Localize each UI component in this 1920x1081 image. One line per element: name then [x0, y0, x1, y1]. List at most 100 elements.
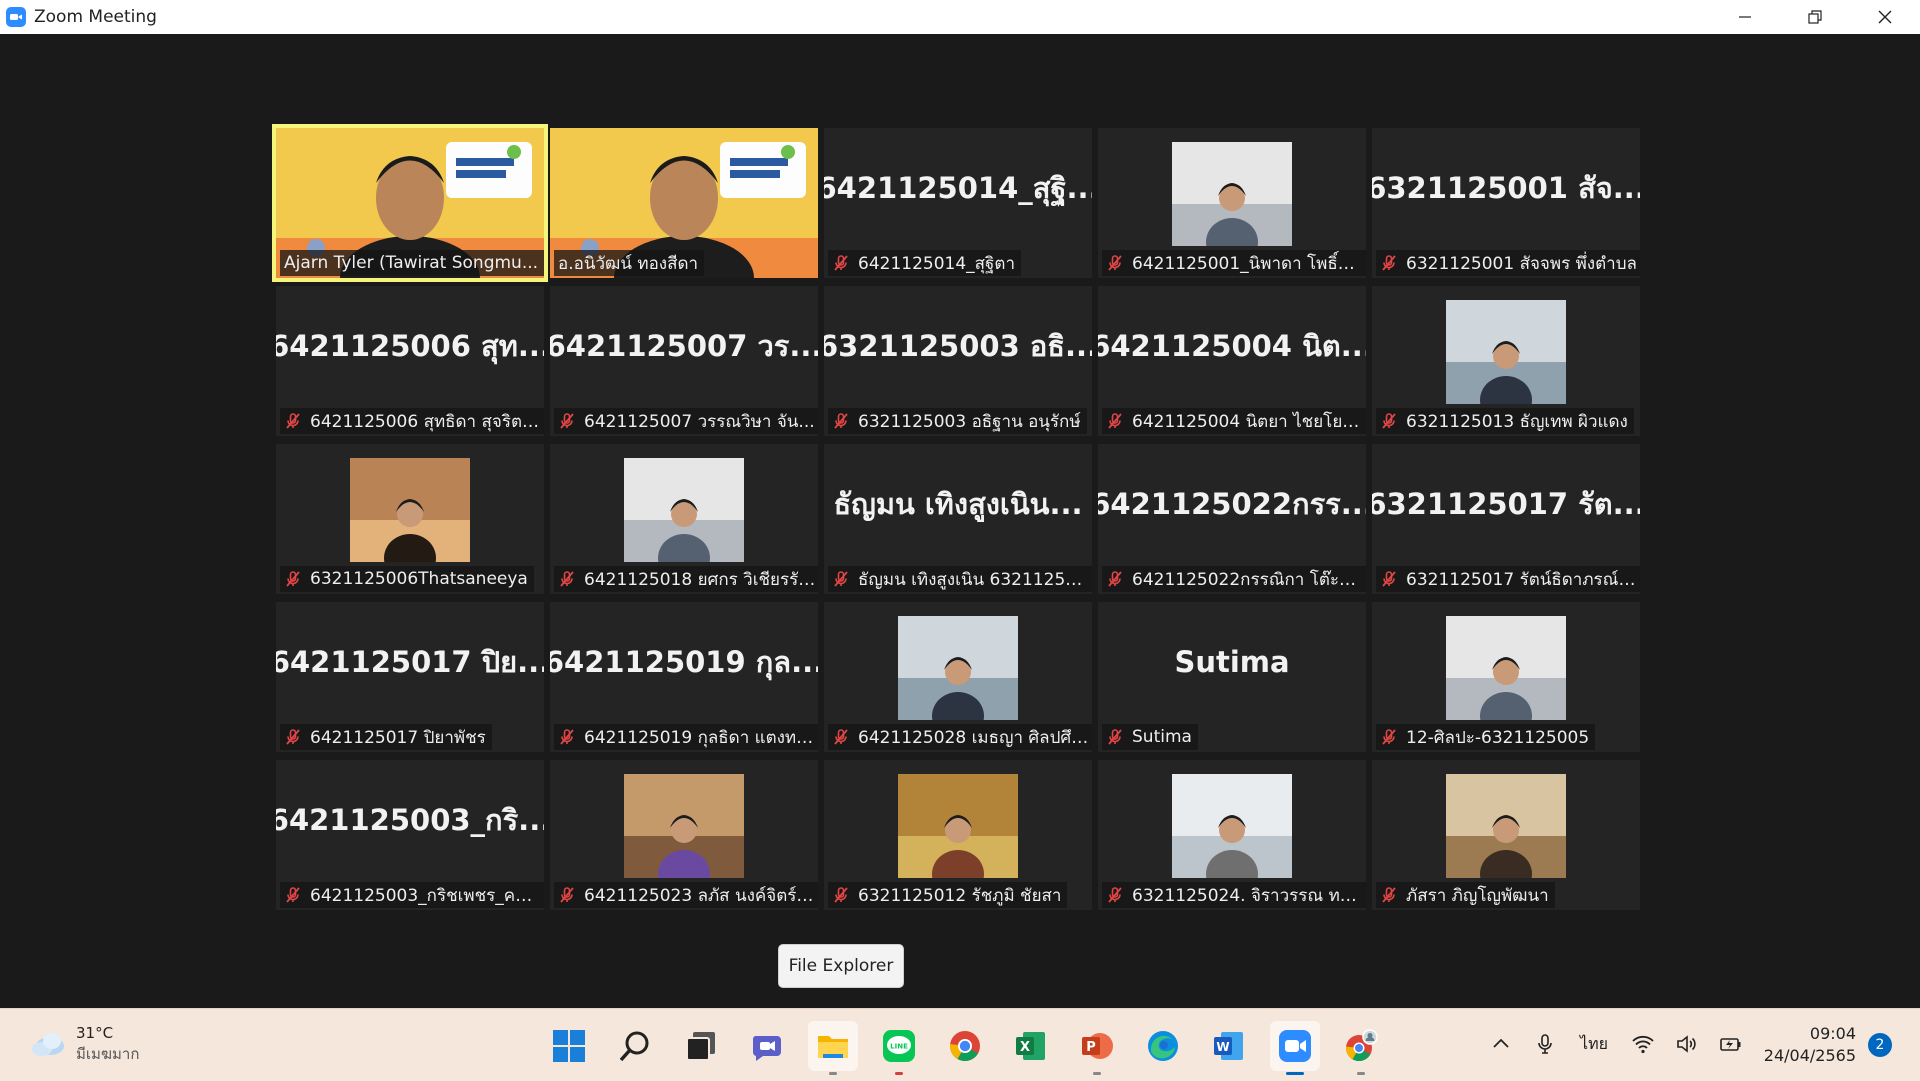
zoom-taskbar-button[interactable] — [1270, 1021, 1320, 1075]
show-hidden-icons-button[interactable] — [1486, 1029, 1516, 1059]
minimize-button[interactable] — [1710, 0, 1780, 34]
participant-name-label: 6421125004 นิตยา ไชยโย ศี... — [1102, 408, 1366, 434]
excel-button[interactable]: X — [1006, 1021, 1056, 1071]
chevron-up-icon — [1493, 1038, 1509, 1048]
participant-name-display: 6321125001 สัจ... — [1372, 171, 1640, 205]
participant-name-label: 6321125013 ธัญเทพ ผิวแดง — [1376, 408, 1634, 434]
participant-tile[interactable]: 6321125024. จิราวรรณ ทอง... — [1098, 760, 1366, 910]
participant-name-label: 6421125003_กริชเพชร_คช... — [280, 882, 544, 908]
muted-mic-icon — [286, 413, 300, 429]
volume-button[interactable] — [1672, 1029, 1702, 1059]
weather-widget[interactable]: 31°C มีเมฆมาก — [28, 1023, 139, 1065]
powerpoint-button[interactable]: P — [1072, 1021, 1122, 1075]
excel-icon: X — [1016, 1032, 1045, 1060]
system-clock[interactable]: 09:04 24/04/2565 — [1760, 1023, 1856, 1067]
file-explorer-button[interactable] — [808, 1021, 858, 1075]
participant-profile-photo — [1172, 774, 1292, 898]
restore-button[interactable] — [1780, 0, 1850, 34]
participant-tile[interactable]: 6421125004 นิต... 6421125004 นิตยา ไชยโย … — [1098, 286, 1366, 436]
microphone-button[interactable] — [1530, 1029, 1560, 1059]
participant-tile[interactable]: 6421125006 สุท... 6421125006 สุทธิดา สุจร… — [276, 286, 544, 436]
restore-icon — [1808, 10, 1822, 24]
participant-profile-photo — [1446, 300, 1566, 424]
line-icon: LINE — [883, 1030, 915, 1062]
participant-name-label: ภัสรา ภิญโญพัฒนา — [1376, 882, 1555, 908]
task-view-icon — [686, 1032, 715, 1061]
participant-name: ธัญมน เทิงสูงเนิน 6321125022 — [858, 569, 1090, 590]
search-button[interactable] — [610, 1021, 660, 1071]
muted-mic-icon — [286, 887, 300, 903]
participant-tile[interactable]: 6321125012 รัชภูมิ ชัยสา — [824, 760, 1092, 910]
participant-tile[interactable]: 6321125013 ธัญเทพ ผิวแดง — [1372, 286, 1640, 436]
participant-tile[interactable]: 6421125023 ลภัส นงค์จิตร์ ศ... — [550, 760, 818, 910]
participant-tile[interactable]: 6321125001 สัจ... 6321125001 สัจจพร พึ่งต… — [1372, 128, 1640, 278]
participant-tile[interactable]: 6421125022กรร... 6421125022กรรณิกา โต๊ะห.… — [1098, 444, 1366, 594]
participant-name: 6421125017 ปิยาพัชร — [310, 727, 486, 748]
powerpoint-icon: P — [1082, 1033, 1113, 1059]
participant-name-label: 6421125007 วรรณวิษา จัน... — [554, 408, 818, 434]
participant-name-label: 6421125017 ปิยาพัชร — [280, 724, 492, 750]
participant-tile[interactable]: 6421125018 ยศกร วิเชียรรัตน์ — [550, 444, 818, 594]
line-button[interactable]: LINE — [874, 1021, 924, 1075]
participant-tile[interactable]: 6421125007 วร... 6421125007 วรรณวิษา จัน.… — [550, 286, 818, 436]
participant-name: 6321125012 รัชภูมิ ชัยสา — [858, 885, 1062, 906]
participant-name-label: 6421125019 กุลธิดา แตงทรั... — [554, 724, 818, 750]
windows-start-icon — [553, 1030, 585, 1062]
muted-mic-icon — [1108, 729, 1122, 745]
cloud-icon — [32, 1033, 64, 1056]
participant-tile[interactable]: 6421125003_กริ... 6421125003_กริชเพชร_คช.… — [276, 760, 544, 910]
participant-name-label: 6421125023 ลภัส นงค์จิตร์ ศ... — [554, 882, 818, 908]
participant-name-label: อ.อนิวัฒน์ ทองสีดา — [554, 250, 705, 276]
participant-name-display: 6421125017 ปิย... — [276, 645, 544, 679]
chrome-profile-button[interactable] — [1336, 1021, 1386, 1075]
muted-mic-icon — [560, 571, 574, 587]
participant-tile[interactable]: ธัญมน เทิงสูงเนิน... ธัญมน เทิงสูงเนิน 63… — [824, 444, 1092, 594]
teams-chat-button[interactable] — [742, 1021, 792, 1071]
participant-tile[interactable]: 6421125014_สุฐิ... 6421125014_สุฐิตา — [824, 128, 1092, 278]
chrome-icon — [949, 1031, 980, 1062]
participant-name: 6421125006 สุทธิดา สุจริต ... — [310, 411, 542, 432]
participant-name-label: ธัญมน เทิงสูงเนิน 6321125022 — [828, 566, 1092, 592]
participant-tile[interactable]: 12-ศิลปะ-6321125005 — [1372, 602, 1640, 752]
participant-tile[interactable]: 6421125028 เมธญา ศิลปศึก... — [824, 602, 1092, 752]
teams-chat-icon — [752, 1036, 781, 1061]
battery-button[interactable] — [1716, 1029, 1746, 1059]
participant-tile[interactable]: 6321125017 รัต... 6321125017 รัตน์ธิดาภรณ… — [1372, 444, 1640, 594]
participant-name-label: 6421125006 สุทธิดา สุจริต ... — [280, 408, 544, 434]
participant-profile-photo — [1446, 774, 1566, 898]
zoom-icon — [1279, 1030, 1311, 1062]
participant-tile[interactable]: อ.อนิวัฒน์ ทองสีดา — [550, 128, 818, 278]
participant-name-label: 6321125006Thatsaneeya — [280, 566, 534, 592]
language-indicator[interactable]: ไทย — [1574, 1029, 1614, 1059]
edge-button[interactable] — [1138, 1021, 1188, 1071]
participant-tile[interactable]: 6421125017 ปิย... 6421125017 ปิยาพัชร — [276, 602, 544, 752]
participant-tile[interactable]: 6421125019 กุล... 6421125019 กุลธิดา แตงท… — [550, 602, 818, 752]
participant-name-display: ธัญมน เทิงสูงเนิน... — [833, 487, 1083, 521]
chrome-button[interactable] — [940, 1021, 990, 1071]
notification-badge[interactable]: 2 — [1868, 1033, 1892, 1057]
wifi-button[interactable] — [1628, 1029, 1658, 1059]
participant-tile[interactable]: ภัสรา ภิญโญพัฒนา — [1372, 760, 1640, 910]
muted-mic-icon — [1382, 887, 1396, 903]
participant-name: 6321125013 ธัญเทพ ผิวแดง — [1406, 411, 1628, 432]
microphone-icon — [1538, 1034, 1552, 1054]
participant-tile[interactable]: Ajarn Tyler (Tawirat Songmu... — [272, 124, 548, 282]
word-button[interactable]: W — [1204, 1021, 1254, 1071]
participant-name-label: 6421125028 เมธญา ศิลปศึก... — [828, 724, 1092, 750]
participant-name: 6421125023 ลภัส นงค์จิตร์ ศ... — [584, 885, 816, 906]
close-button[interactable] — [1850, 0, 1920, 34]
battery-charging-icon — [1720, 1038, 1741, 1051]
participant-tile[interactable]: 6421125001_นิพาดา โพธิ์บุ... — [1098, 128, 1366, 278]
chrome-profile-icon — [1345, 1029, 1378, 1062]
close-icon — [1878, 10, 1892, 24]
participant-tile[interactable]: 6321125006Thatsaneeya — [276, 444, 544, 594]
task-view-button[interactable] — [676, 1021, 726, 1071]
participant-name-display: Sutima — [1174, 645, 1290, 679]
participant-name-label: 6421125018 ยศกร วิเชียรรัตน์ — [554, 566, 818, 592]
participant-tile[interactable]: 6321125003 อธิ... 6321125003 อธิฐาน อนุรั… — [824, 286, 1092, 436]
svg-text:P: P — [1086, 1040, 1096, 1055]
start-button[interactable] — [544, 1021, 594, 1071]
zoom-app-icon — [6, 7, 26, 27]
participant-tile[interactable]: Sutima Sutima — [1098, 602, 1366, 752]
muted-mic-icon — [834, 413, 848, 429]
